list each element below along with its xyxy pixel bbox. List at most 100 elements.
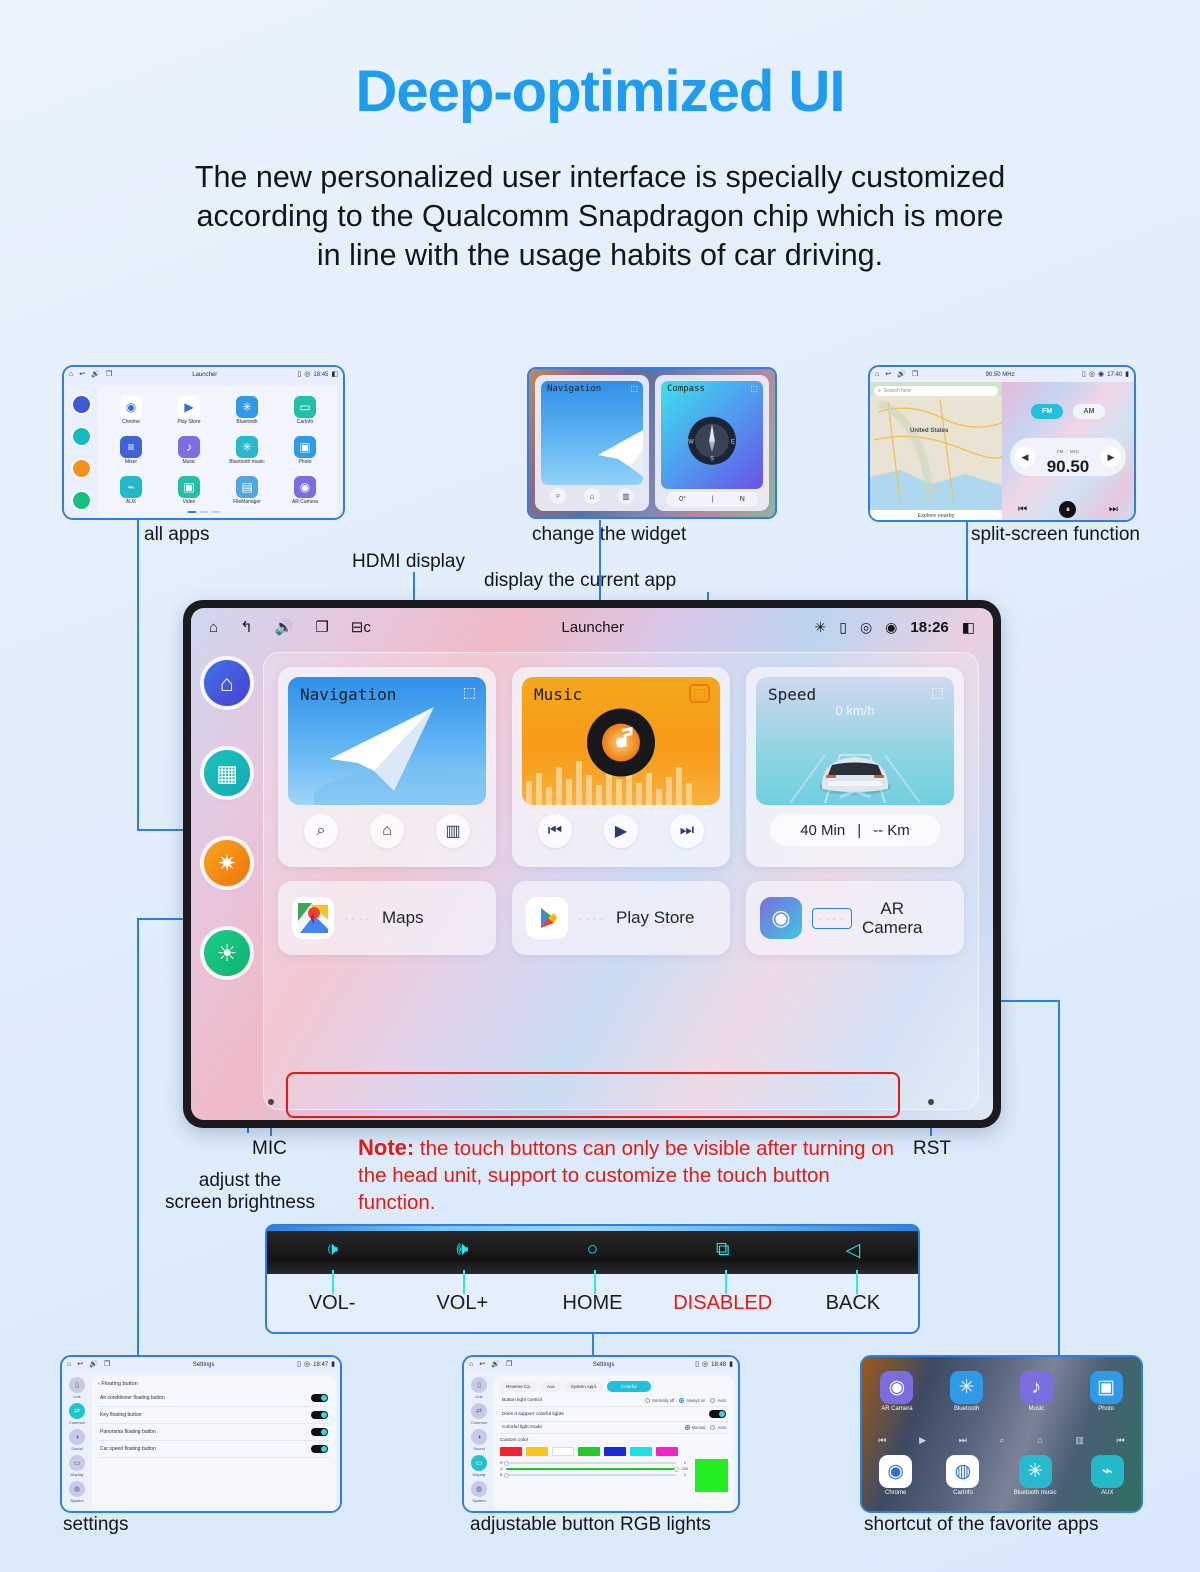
rail-item-link[interactable]: ▯ Link [471,1377,487,1399]
app-mixer[interactable]: ≡ Mixer [102,431,160,471]
tab-aux[interactable]: Aux [541,1381,561,1392]
color-swatch-6[interactable] [656,1447,678,1456]
app-ar-camera[interactable]: ◉ AR Camera [276,470,334,510]
slider-knob[interactable] [503,1460,509,1466]
next-icon[interactable]: ⏭ [1109,504,1118,515]
drag-dots-icon[interactable]: ···· [812,907,852,929]
map-pane[interactable]: United States ≡ Search here Explore near… [870,382,1004,520]
color-swatch-2[interactable] [552,1447,574,1456]
shortcut-maps[interactable]: ···· Maps [278,881,496,955]
app-bluetooth-music[interactable]: ✳ Bluetooth music [218,431,276,471]
volume-down-icon[interactable]: 🕩 [267,1239,397,1261]
edit-icon[interactable]: ⬚ [931,684,944,701]
prev-icon[interactable]: ⏮ [1117,1435,1125,1446]
split-screen-icon[interactable]: ◧ [331,371,338,378]
app-play-store[interactable]: ▶ Play Store [160,391,218,431]
compass-widget-card[interactable]: Compass ⬚ S W E 0° | N [655,375,769,511]
slider-r[interactable]: R0 [500,1460,691,1466]
search-icon[interactable]: ⌕ [304,814,338,848]
back-icon[interactable]: ↩ [885,371,891,378]
search-icon[interactable]: ⌕ [550,488,566,504]
rail-apps-icon[interactable] [72,427,90,445]
volume-icon[interactable]: 🔊 [89,1361,98,1368]
color-swatch-1[interactable] [526,1447,548,1456]
volume-up-icon[interactable]: 🕪 [397,1239,527,1261]
option-auto[interactable]: Auto [710,1398,726,1403]
tab-colorful[interactable]: Colorful [607,1381,651,1392]
rail-item-common[interactable]: ⇄ Common [471,1403,487,1425]
home-icon[interactable]: ⌂ [69,371,73,378]
home-icon[interactable]: ⌂ [209,619,218,636]
home-icon[interactable]: ⌂ [875,371,879,378]
pause-icon[interactable]: ⏸ [1059,501,1077,518]
rail-item-display[interactable]: ▭ Display [471,1455,487,1477]
rail-home-icon[interactable] [72,395,90,413]
tab-reverse-ca-[interactable]: Reverse Ca. [500,1381,538,1392]
edit-icon[interactable]: ⬚ [750,384,758,393]
app-music[interactable]: ♪ Music [160,431,218,471]
page-dot[interactable] [199,511,208,513]
navigation-widget-card[interactable]: Navigation ⬚ ⌕ ⌂ ▥ [535,375,649,511]
sidebar-item-all-apps[interactable]: ▦ [204,750,250,796]
color-swatch-3[interactable] [578,1447,600,1456]
app-aux[interactable]: ⌁ AUX [102,470,160,510]
recents-icon[interactable]: ❐ [104,1361,110,1368]
home-icon[interactable]: ⌂ [1037,1435,1042,1446]
prev-icon[interactable]: ⏮ [538,814,572,848]
settings-row-toggle[interactable] [311,1445,328,1453]
circle-icon[interactable]: ○ [527,1239,657,1261]
volume-icon[interactable]: 🔊 [897,371,906,378]
favorite-chrome[interactable]: ◉ Chrome [879,1455,913,1496]
volume-icon[interactable]: 🔊 [91,371,100,378]
hdmi-icon[interactable]: ⊟c [351,618,371,636]
back-icon[interactable]: ↩ [479,1361,485,1368]
back-icon[interactable]: ↩ [79,371,85,378]
back-icon[interactable]: ↩ [77,1361,83,1368]
home-icon[interactable]: ⌂ [469,1361,473,1368]
widget-speed[interactable]: Speed ⬚ 0 km/h 40 Min | -- Km [746,667,964,867]
explore-nearby-button[interactable]: Explore nearby [870,510,1002,520]
slider-b[interactable]: B0 [500,1472,691,1478]
app-chrome[interactable]: ◉ Chrome [102,391,160,431]
option-manual[interactable]: Manual [684,1425,705,1430]
map-search-input[interactable]: ≡ Search here [874,386,998,396]
home-icon[interactable]: ⌂ [370,814,404,848]
band-fm-button[interactable]: FM [1031,404,1063,419]
settings-row-toggle[interactable] [311,1428,328,1436]
edit-icon[interactable]: ⬚ [688,684,710,703]
slider-track[interactable] [505,1466,679,1472]
edit-icon[interactable]: ⬚ [630,384,638,393]
recents-icon[interactable]: ❐ [106,371,112,378]
recents-icon[interactable]: ❐ [912,371,918,378]
back-icon[interactable]: ↰ [240,618,253,636]
sidebar-item-settings[interactable]: ✷ [204,840,250,886]
traffic-icon[interactable]: ▥ [436,814,470,848]
rail-item-sound[interactable]: ◑ Sound [471,1429,487,1451]
split-screen-icon[interactable]: ◧ [962,619,975,636]
page-dot[interactable] [211,511,220,513]
rail-brightness-icon[interactable] [72,491,90,509]
rail-gear-icon[interactable] [72,459,90,477]
prev-icon[interactable]: ⏮ [878,1435,886,1446]
rail-item-system[interactable]: ◍ System [69,1481,85,1503]
colorful-lights-toggle[interactable] [709,1410,726,1418]
settings-row-toggle[interactable] [311,1394,328,1402]
shortcut-play-store[interactable]: ···· Play Store [512,881,730,955]
rail-item-system[interactable]: ◍ System [471,1481,487,1503]
sidebar-item-home[interactable]: ⌂ [204,660,250,706]
favorite-music[interactable]: ♪ Music [1019,1371,1053,1412]
favorite-bluetooth-music[interactable]: ✳ Bluetooth music [1014,1455,1056,1496]
play-icon[interactable]: ▶ [919,1435,926,1446]
next-icon[interactable]: ⏭ [670,814,704,848]
rail-item-common[interactable]: ⇄ Common [69,1403,85,1425]
search-icon[interactable]: ⌕ [999,1435,1004,1446]
color-swatch-0[interactable] [500,1447,522,1456]
next-icon[interactable]: ⏭ [959,1435,967,1446]
color-swatch-5[interactable] [630,1447,652,1456]
tab-system-appl-[interactable]: System Appl. [564,1381,604,1392]
favorite-carinfo[interactable]: ◍ CarInfo [946,1455,980,1496]
option-auto[interactable]: Auto [710,1425,726,1430]
slider-knob[interactable] [503,1472,509,1478]
slider-knob[interactable] [674,1466,679,1472]
app-carinfo[interactable]: ▭ CarInfo [276,391,334,431]
